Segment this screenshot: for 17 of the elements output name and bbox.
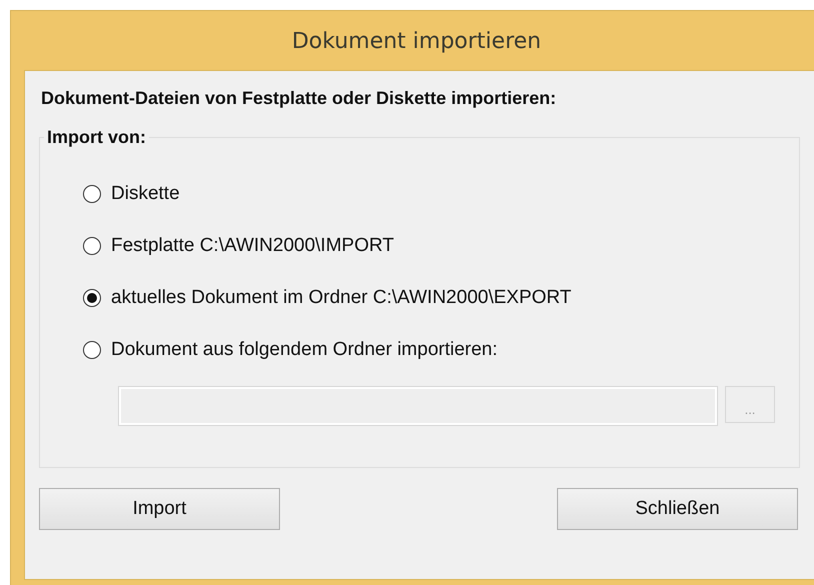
radio-button[interactable]	[83, 340, 101, 358]
window-title: Dokument importieren	[290, 28, 542, 56]
dialog-heading: Dokument-Dateien von Festplatte oder Diskette importieren:	[41, 88, 558, 109]
radio-option[interactable]: Festplatte C:\AWIN2000\IMPORT	[83, 234, 799, 257]
close-button[interactable]: Schließen	[557, 488, 798, 530]
option-label: Diskette	[111, 182, 180, 204]
radio-button[interactable]	[83, 184, 101, 202]
radio-button[interactable]	[83, 288, 101, 306]
option-label: aktuelles Dokument im Ordner C:\AWIN2000\EXPORT	[111, 286, 572, 308]
group-legend: Import von:	[44, 127, 149, 148]
radio-option[interactable]: Diskette	[83, 182, 799, 205]
radio-button[interactable]	[83, 236, 101, 254]
option-label: Dokument aus folgendem Ordner importieren:	[111, 338, 498, 360]
import-button[interactable]: Import	[39, 488, 280, 530]
radio-option[interactable]: Dokument aus folgendem Ordner importieren:	[83, 338, 799, 361]
option-label: Festplatte C:\AWIN2000\IMPORT	[111, 234, 394, 256]
radio-option[interactable]: aktuelles Dokument im Ordner C:\AWIN2000\EXPORT	[83, 286, 799, 309]
